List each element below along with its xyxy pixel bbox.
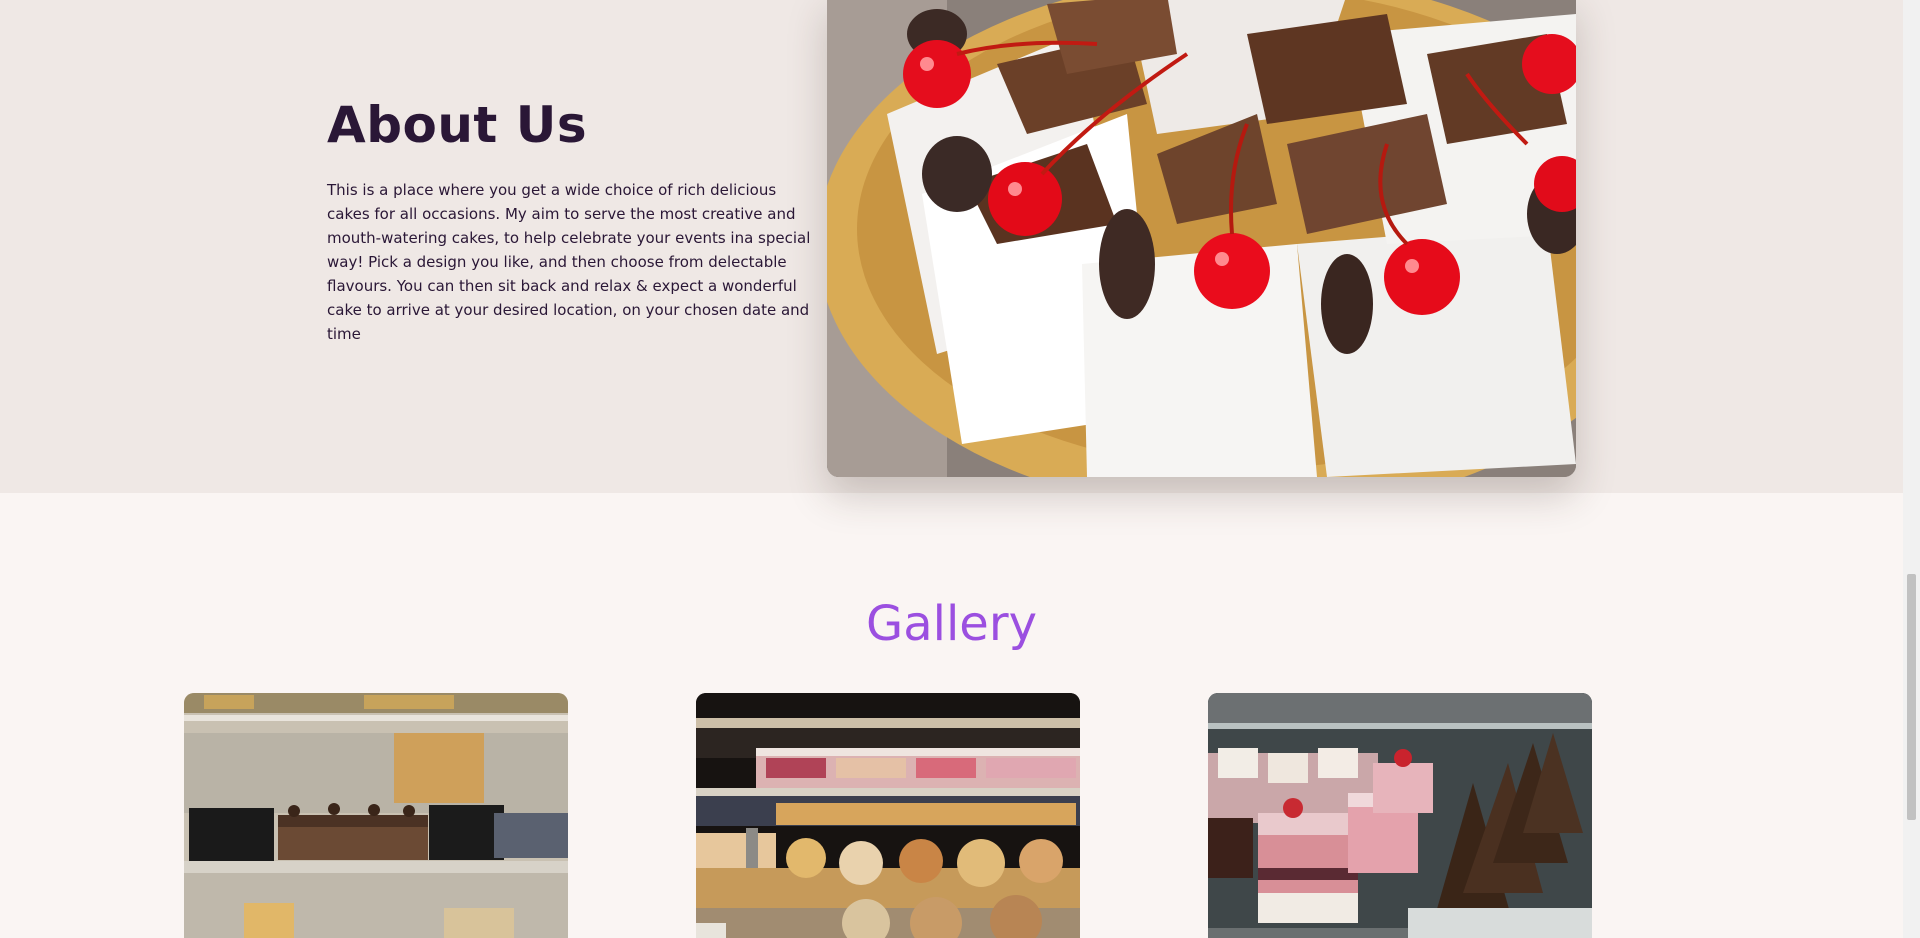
vertical-scrollbar[interactable] <box>1903 0 1920 938</box>
gallery-image-3[interactable] <box>1208 693 1592 938</box>
about-title: About Us <box>327 96 588 154</box>
scrollbar-thumb[interactable] <box>1907 574 1916 820</box>
gallery-image-2[interactable] <box>696 693 1080 938</box>
page: About Us This is a place where you get a… <box>0 0 1903 938</box>
gallery-image-1[interactable] <box>184 693 568 938</box>
about-description: This is a place where you get a wide cho… <box>327 181 811 343</box>
about-section: About Us This is a place where you get a… <box>0 0 1903 493</box>
gallery-title: Gallery <box>866 596 1037 652</box>
about-cake-image <box>827 0 1576 477</box>
